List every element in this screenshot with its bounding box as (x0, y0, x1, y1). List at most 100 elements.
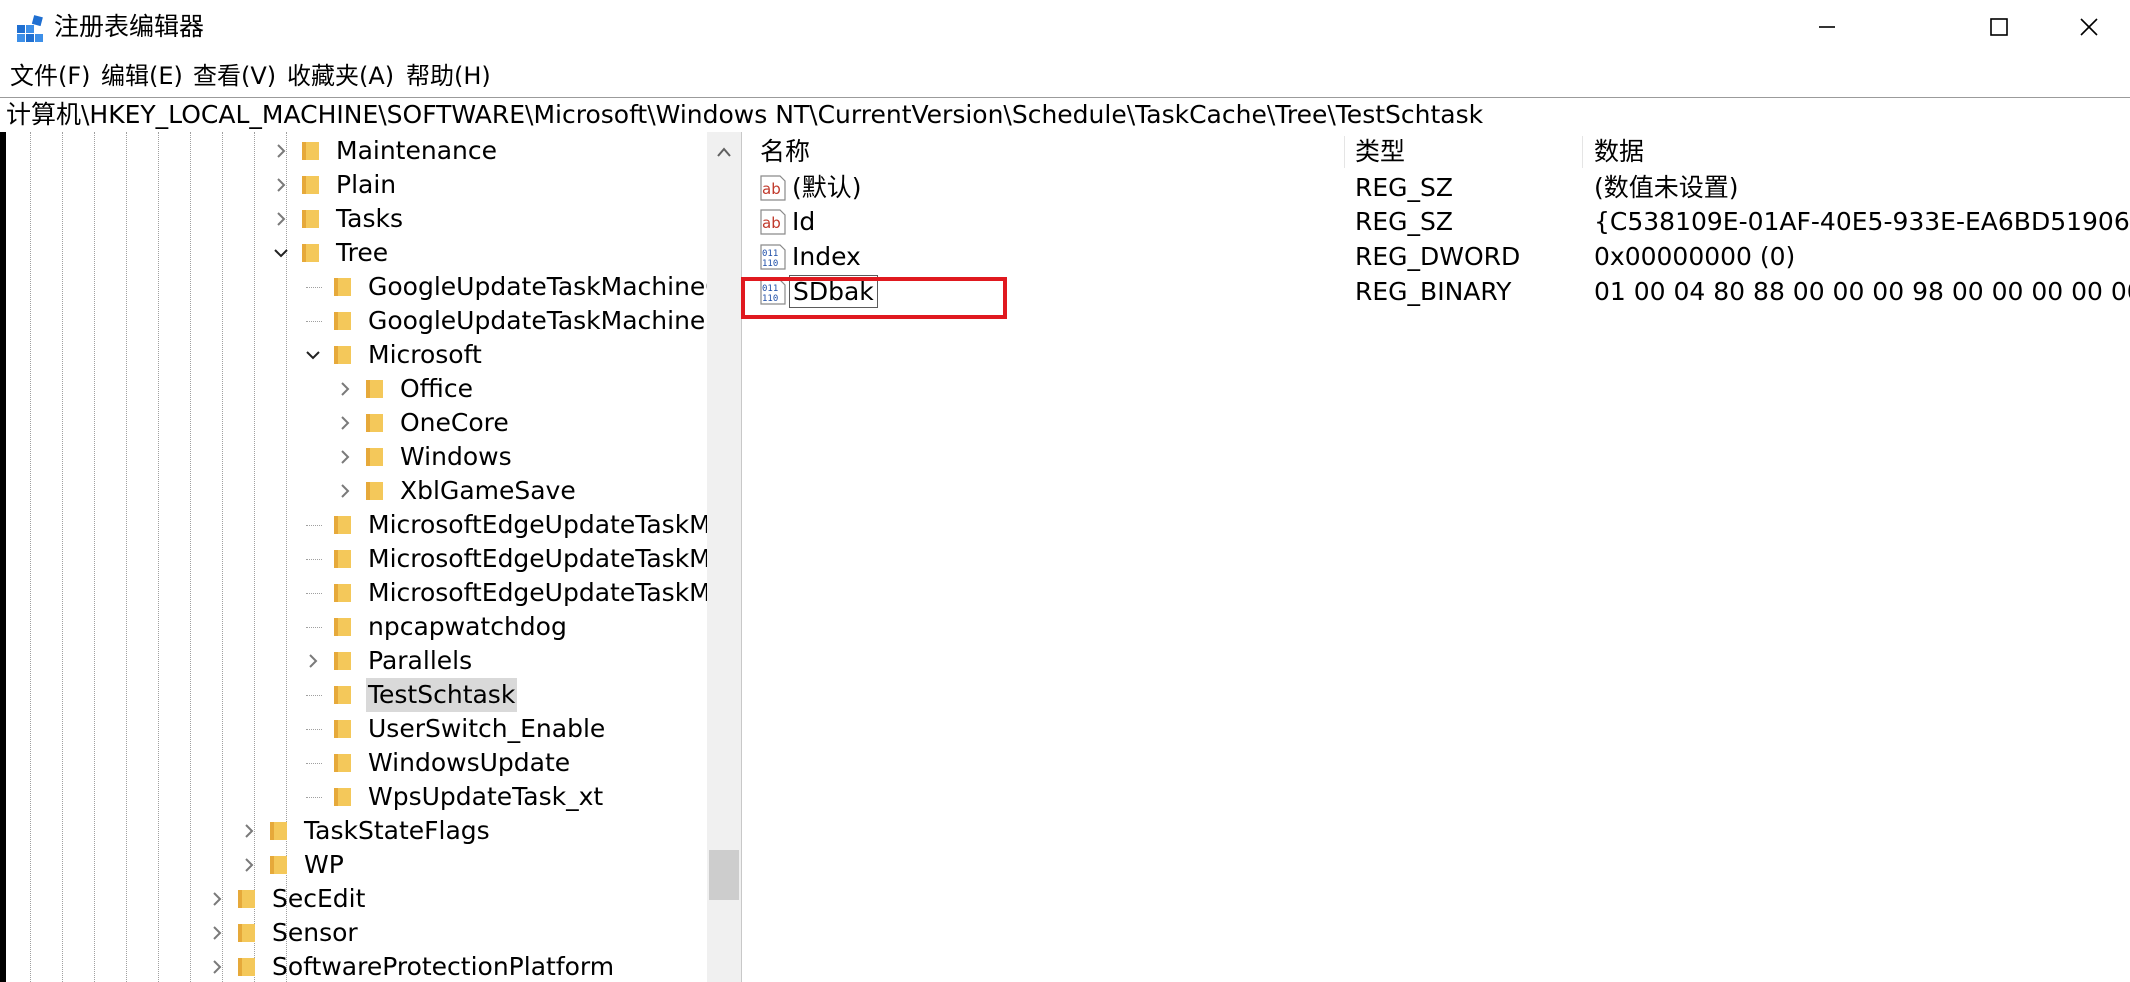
tree-vertical-scrollbar[interactable] (707, 132, 741, 982)
tree-item[interactable]: WpsUpdateTask_xt (6, 780, 741, 814)
value-name[interactable]: Index (792, 239, 861, 274)
tree-item[interactable]: WP (6, 848, 741, 882)
tree-item[interactable]: Tree (6, 236, 741, 270)
tree-item-label[interactable]: Plain (334, 168, 398, 202)
folder-icon (270, 856, 287, 874)
tree-item[interactable]: GoogleUpdateTaskMachineUA (6, 304, 741, 338)
tree-guide-branch (306, 321, 322, 322)
tree-item[interactable]: MicrosoftEdgeUpdateTaskMac (6, 576, 741, 610)
tree-item[interactable]: WindowsUpdate (6, 746, 741, 780)
values-list-pane[interactable]: 名称 类型 数据 ab (默认) REG_SZ (数值未设置) ab Id REG_SZ {C… (752, 132, 2130, 982)
column-header-name[interactable]: 名称 (760, 132, 810, 172)
tree-item-label[interactable]: XblGameSave (398, 474, 578, 508)
tree-item[interactable]: Parallels (6, 644, 741, 678)
chevron-down-icon[interactable] (272, 244, 290, 262)
tree-item-label[interactable]: Tree (334, 236, 390, 270)
registry-editor-app-icon (17, 15, 43, 42)
tree-item[interactable]: Tasks (6, 202, 741, 236)
chevron-right-icon[interactable] (240, 822, 258, 840)
close-button[interactable] (2044, 0, 2130, 56)
svg-text:ab: ab (762, 180, 781, 198)
value-row[interactable]: 011 110 Index REG_DWORD 0x00000000 (0) (752, 239, 2130, 274)
chevron-down-icon[interactable] (304, 346, 322, 364)
tree-item[interactable]: Microsoft (6, 338, 741, 372)
tree-item-label[interactable]: WindowsUpdate (366, 746, 572, 780)
tree-scrollbar-thumb[interactable] (709, 850, 739, 900)
chevron-right-icon[interactable] (208, 924, 226, 942)
column-divider[interactable] (1582, 136, 1583, 168)
tree-item-label[interactable]: MicrosoftEdgeUpdateTaskMac (366, 508, 741, 542)
tree-item[interactable]: Windows (6, 440, 741, 474)
tree-item[interactable]: Maintenance (6, 134, 741, 168)
tree-item-label[interactable]: WP (302, 848, 346, 882)
tree-item[interactable]: Plain (6, 168, 741, 202)
tree-item[interactable]: GoogleUpdateTaskMachineCo (6, 270, 741, 304)
tree-item[interactable]: XblGameSave (6, 474, 741, 508)
tree-item[interactable]: SoftwareProtectionPlatform (6, 950, 741, 982)
tree-item-label[interactable]: OneCore (398, 406, 511, 440)
menu-help[interactable]: 帮助(H) (406, 58, 491, 94)
address-path[interactable]: 计算机\HKEY_LOCAL_MACHINE\SOFTWARE\Microsof… (6, 98, 1483, 132)
tree-item-label[interactable]: Tasks (334, 202, 405, 236)
chevron-right-icon[interactable] (336, 380, 354, 398)
column-header-data[interactable]: 数据 (1594, 132, 1644, 172)
menu-file[interactable]: 文件(F) (10, 58, 91, 94)
tree-item-label[interactable]: SoftwareProtectionPlatform (270, 950, 616, 982)
tree-item-label[interactable]: GoogleUpdateTaskMachineCo (366, 270, 740, 304)
key-tree-pane[interactable]: Maintenance Plain Tasks Tree GoogleUpdateTas… (6, 132, 741, 982)
tree-item-label[interactable]: SecEdit (270, 882, 367, 916)
value-row[interactable]: ab (默认) REG_SZ (数值未设置) (752, 170, 2130, 205)
chevron-right-icon[interactable] (336, 482, 354, 500)
tree-item-label[interactable]: Windows (398, 440, 514, 474)
tree-item-label[interactable]: TaskStateFlags (302, 814, 492, 848)
column-header-type[interactable]: 类型 (1355, 132, 1405, 172)
menu-edit[interactable]: 编辑(E) (101, 58, 183, 94)
chevron-right-icon[interactable] (208, 890, 226, 908)
tree-item-label[interactable]: UserSwitch_Enable (366, 712, 607, 746)
tree-item-label[interactable]: MicrosoftEdgeUpdateTaskMac (366, 576, 741, 610)
tree-item[interactable]: MicrosoftEdgeUpdateTaskMac (6, 542, 741, 576)
chevron-right-icon[interactable] (208, 958, 226, 976)
chevron-right-icon[interactable] (240, 856, 258, 874)
tree-item-label[interactable]: npcapwatchdog (366, 610, 569, 644)
tree-item[interactable]: Office (6, 372, 741, 406)
tree-item-label[interactable]: Parallels (366, 644, 474, 678)
chevron-right-icon[interactable] (272, 210, 290, 228)
address-bar[interactable]: 计算机\HKEY_LOCAL_MACHINE\SOFTWARE\Microsof… (0, 97, 2130, 133)
tree-item-label[interactable]: WpsUpdateTask_xt (366, 780, 605, 814)
tree-item-label[interactable]: MicrosoftEdgeUpdateTaskMac (366, 542, 741, 576)
folder-icon (334, 686, 351, 704)
tree-item-label[interactable]: Maintenance (334, 134, 499, 168)
maximize-button[interactable] (1952, 0, 2044, 56)
chevron-right-icon[interactable] (272, 176, 290, 194)
tree-item[interactable]: TaskStateFlags (6, 814, 741, 848)
tree-item[interactable]: npcapwatchdog (6, 610, 741, 644)
tree-item-label[interactable]: Office (398, 372, 475, 406)
tree-item-label-selected[interactable]: TestSchtask (366, 678, 518, 712)
tree-item[interactable]: Sensor (6, 916, 741, 950)
close-icon (2080, 18, 2098, 36)
minimize-button[interactable] (1780, 0, 1872, 56)
chevron-right-icon[interactable] (336, 414, 354, 432)
menu-view[interactable]: 查看(V) (193, 58, 276, 94)
tree-item-label[interactable]: GoogleUpdateTaskMachineUA (366, 304, 741, 338)
value-row[interactable]: ab Id REG_SZ {C538109E-01AF-40E5-933E-EA6BD… (752, 204, 2130, 239)
folder-icon (366, 482, 383, 500)
tree-item[interactable]: UserSwitch_Enable (6, 712, 741, 746)
menu-favorites[interactable]: 收藏夹(A) (287, 58, 394, 94)
value-name[interactable]: Id (792, 204, 815, 239)
tree-item[interactable]: TestSchtask (6, 678, 741, 712)
tree-item-label[interactable]: Sensor (270, 916, 360, 950)
tree-item[interactable]: SecEdit (6, 882, 741, 916)
tree-item[interactable]: OneCore (6, 406, 741, 440)
column-divider[interactable] (1344, 136, 1345, 168)
scroll-up-arrow-icon[interactable] (716, 146, 732, 158)
chevron-right-icon[interactable] (272, 142, 290, 160)
tree-guide-branch (306, 729, 322, 730)
value-name[interactable]: (默认) (792, 170, 862, 205)
chevron-right-icon[interactable] (336, 448, 354, 466)
chevron-right-icon[interactable] (304, 652, 322, 670)
tree-item[interactable]: MicrosoftEdgeUpdateTaskMac (6, 508, 741, 542)
tree-item-label[interactable]: Microsoft (366, 338, 484, 372)
folder-icon (238, 924, 255, 942)
